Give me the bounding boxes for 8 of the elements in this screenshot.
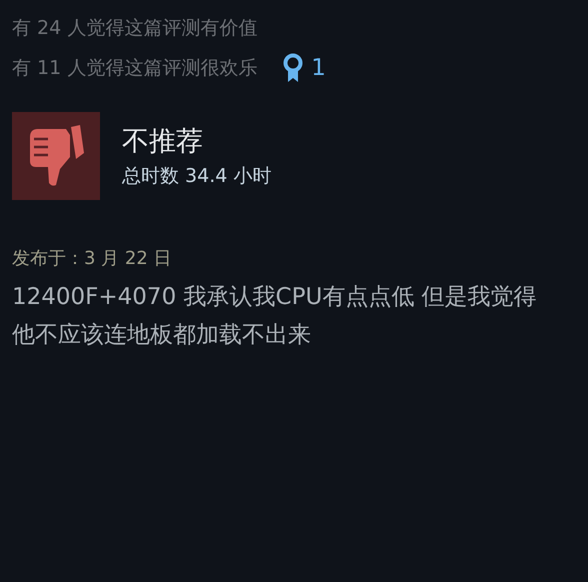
playtime: 总时数 34.4 小时 bbox=[122, 164, 272, 189]
helpful-count: 有 11 人觉得这篇评测很欢乐 bbox=[12, 56, 258, 81]
verdict-title: 不推荐 bbox=[122, 125, 204, 159]
award-ribbon-icon bbox=[283, 53, 304, 83]
posted-date: 发布于：3 月 22 日 bbox=[12, 247, 173, 270]
helpful-count: 有 24 人觉得这篇评测有价值 bbox=[12, 16, 258, 41]
review-text: 12400F+4070 我承认我CPU有点点低 但是我觉得他不应该连地板都加载不出来 bbox=[12, 283, 538, 350]
award-count: 1 bbox=[311, 55, 326, 81]
